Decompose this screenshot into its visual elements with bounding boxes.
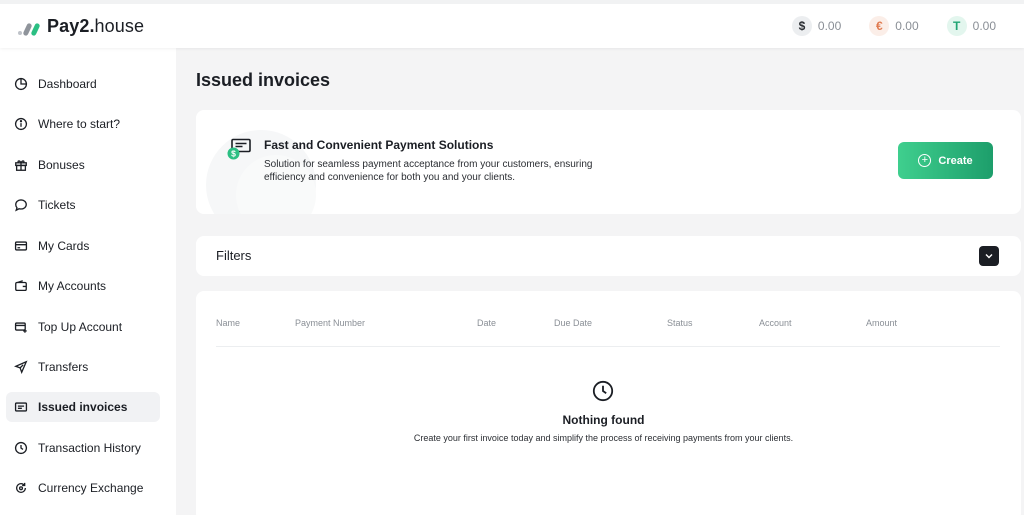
wallet-icon (14, 279, 28, 293)
column-header-due-date[interactable]: Due Date (554, 318, 592, 328)
sidebar-item-label: Dashboard (38, 77, 97, 91)
sidebar-item-top-up-account[interactable]: Top Up Account (6, 312, 160, 342)
promo-card: $ Fast and Convenient Payment Solutions … (196, 110, 1021, 214)
sidebar-item-bonuses[interactable]: Bonuses (6, 150, 160, 180)
sidebar-item-label: Issued invoices (38, 400, 128, 414)
main-content: Issued invoices $ Fast and Convenient Pa… (176, 48, 1024, 515)
chevron-down-icon (985, 254, 993, 259)
sidebar-item-dashboard[interactable]: Dashboard (6, 69, 160, 99)
sidebar-item-label: Currency Exchange (38, 481, 144, 495)
exchange-icon (14, 481, 28, 495)
balance-usd[interactable]: $ 0.00 (791, 16, 842, 36)
create-button-label: Create (938, 154, 973, 167)
column-header-account[interactable]: Account (759, 318, 792, 328)
balance-usdt-value: 0.00 (972, 19, 996, 33)
balance-usd-value: 0.00 (817, 19, 842, 33)
invoice-icon (14, 400, 28, 414)
top-up-icon (14, 320, 28, 334)
balance-eur-value: 0.00 (895, 19, 919, 33)
sidebar-item-where-to-start[interactable]: Where to start? (6, 109, 160, 139)
gift-icon (14, 158, 28, 172)
chart-pie-icon (14, 77, 28, 91)
column-header-amount[interactable]: Amount (866, 318, 897, 328)
sidebar-item-my-accounts[interactable]: My Accounts (6, 271, 160, 301)
sidebar-item-transfers[interactable]: Transfers (6, 352, 160, 382)
clock-icon (14, 441, 28, 455)
balances: $ 0.00 € 0.00 T 0.00 (791, 16, 996, 36)
sidebar-item-my-cards[interactable]: My Cards (6, 231, 160, 261)
sidebar-item-label: Transaction History (38, 441, 141, 455)
promo-description: Solution for seamless payment acceptance… (264, 159, 593, 183)
sidebar-item-label: Transfers (38, 360, 89, 374)
create-invoice-button[interactable]: + Create (898, 142, 993, 179)
sidebar-item-label: My Accounts (38, 279, 107, 293)
sidebar-item-transaction-history[interactable]: Transaction History (6, 433, 160, 463)
filters-panel: Filters (196, 236, 1021, 276)
svg-text:$: $ (231, 149, 236, 159)
sidebar-item-tickets[interactable]: Tickets (6, 190, 160, 220)
euro-icon: € (869, 16, 890, 36)
sidebar-item-label: Bonuses (38, 158, 85, 172)
tether-icon: T (946, 16, 967, 36)
card-icon (14, 239, 28, 253)
filters-label: Filters (216, 248, 252, 263)
balance-usdt[interactable]: T 0.00 (946, 16, 996, 36)
page-title: Issued invoices (196, 70, 331, 90)
column-header-status[interactable]: Status (667, 318, 693, 328)
send-icon (14, 360, 28, 374)
plus-circle-icon: + (918, 154, 932, 167)
balance-eur[interactable]: € 0.00 (869, 16, 919, 36)
empty-state-description: Create your first invoice today and simp… (413, 433, 794, 443)
logo-mark-icon (18, 18, 41, 36)
filters-toggle-button[interactable] (979, 246, 999, 266)
clock-icon (592, 380, 614, 402)
brand-logo[interactable]: Pay2.house (18, 16, 144, 37)
info-icon (14, 117, 28, 131)
promo-title: Fast and Convenient Payment Solutions (264, 138, 494, 152)
brand-name: Pay2.house (47, 16, 145, 36)
column-header-date[interactable]: Date (477, 318, 496, 328)
sidebar-item-label: Where to start? (38, 117, 121, 131)
top-bar: Pay2.house $ 0.00 € 0.00 T 0.00 (0, 0, 1024, 48)
column-header-name[interactable]: Name (216, 318, 240, 328)
chat-icon (14, 198, 28, 212)
sidebar-item-label: Top Up Account (38, 320, 123, 334)
invoice-payment-icon: $ (226, 138, 252, 162)
sidebar-item-currency-exchange[interactable]: Currency Exchange (6, 473, 160, 503)
empty-state-title: Nothing found (562, 413, 645, 427)
sidebar: Dashboard Where to start? Bonuses Ticket… (0, 48, 176, 515)
sidebar-item-label: Tickets (38, 198, 76, 212)
dollar-icon: $ (791, 16, 812, 36)
sidebar-item-issued-invoices[interactable]: Issued invoices (6, 392, 160, 422)
sidebar-item-label: My Cards (38, 239, 90, 253)
invoices-table: Name Payment Number Date Due Date Status… (196, 291, 1021, 515)
column-header-payment-number[interactable]: Payment Number (295, 318, 365, 328)
table-divider (216, 346, 1000, 347)
